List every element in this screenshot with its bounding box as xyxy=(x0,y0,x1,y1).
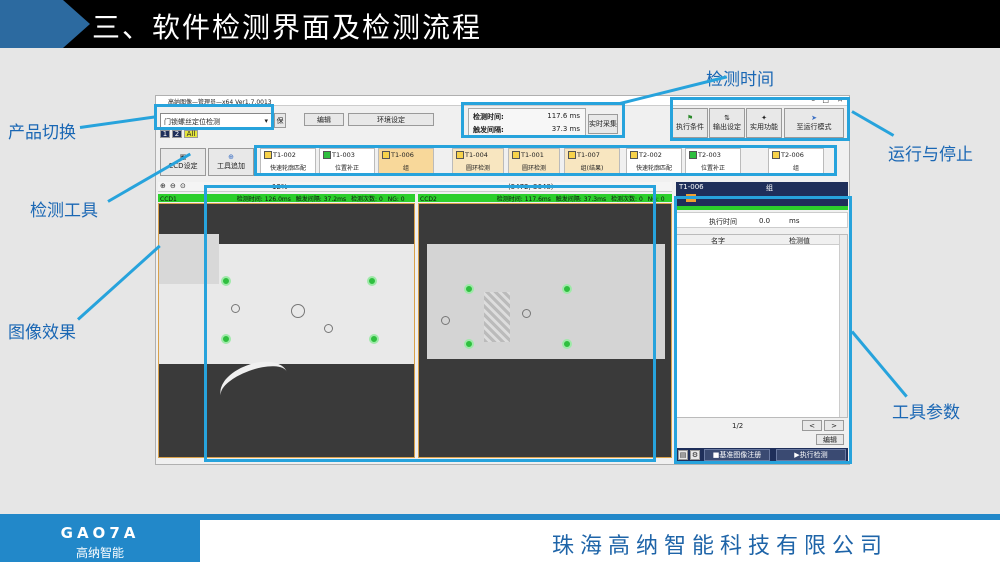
tool-add-button[interactable]: ⊕ 工具追加 xyxy=(208,148,254,176)
env-menu[interactable]: 环境设定 xyxy=(348,113,434,126)
tool-add-label: 工具追加 xyxy=(217,162,245,170)
annotation-product-switch: 产品切换 xyxy=(8,123,76,143)
logo-en: GAO7A xyxy=(60,524,140,542)
highlight-run-stop xyxy=(670,97,850,141)
callout-run-stop xyxy=(851,110,895,137)
highlight-images xyxy=(204,185,656,462)
ccd-tag-all[interactable]: All xyxy=(184,130,198,138)
highlight-tool-params xyxy=(674,196,852,464)
header-stripe xyxy=(0,0,90,48)
zoom-in-icon[interactable]: ⊕ xyxy=(160,182,166,190)
zoom-out-icon[interactable]: ⊖ xyxy=(170,182,176,190)
annotation-image-effect: 图像效果 xyxy=(8,323,76,343)
slide-header: 三、软件检测界面及检测流程 xyxy=(0,0,1000,48)
ccd1-name: CCD1 xyxy=(160,196,177,203)
ccd-setting-button[interactable]: ▣ CCD设定 xyxy=(160,148,206,176)
logo-cn: 高纳智能 xyxy=(75,546,124,560)
callout-tool-params xyxy=(850,330,908,398)
ccd-tag-2[interactable]: 2 xyxy=(172,130,182,138)
annotation-detect-tool: 检测工具 xyxy=(30,201,98,221)
product-save-button[interactable]: 保 xyxy=(274,113,286,128)
highlight-detect-tools xyxy=(254,145,837,176)
slide-footer: GAO7A 高纳智能 珠海高纳智能科技有限公司 xyxy=(0,514,1000,562)
company-logo: GAO7A 高纳智能 xyxy=(0,520,200,562)
ccd-tag-1[interactable]: 1 xyxy=(160,130,170,138)
param-panel-header: T1-006 组 xyxy=(676,182,848,192)
highlight-product-switch xyxy=(154,104,274,130)
highlight-detect-time xyxy=(461,102,625,138)
annotation-run-stop: 运行与停止 xyxy=(888,145,973,165)
callout-image-effect xyxy=(76,244,161,321)
callout-product-switch xyxy=(79,115,156,129)
plus-icon: ⊕ xyxy=(228,153,234,161)
edit-menu[interactable]: 编辑 xyxy=(304,113,344,126)
zoom-fit-icon[interactable]: ⊙ xyxy=(180,182,186,190)
ccd2-ng: 0 xyxy=(660,196,665,203)
company-name: 珠海高纳智能科技有限公司 xyxy=(552,534,889,559)
param-tool-id: T1-006 xyxy=(679,183,704,191)
ccd-tag-group: 1 2 All xyxy=(160,130,198,138)
slide-title: 三、软件检测界面及检测流程 xyxy=(92,11,483,44)
annotation-tool-params: 工具参数 xyxy=(892,403,960,423)
